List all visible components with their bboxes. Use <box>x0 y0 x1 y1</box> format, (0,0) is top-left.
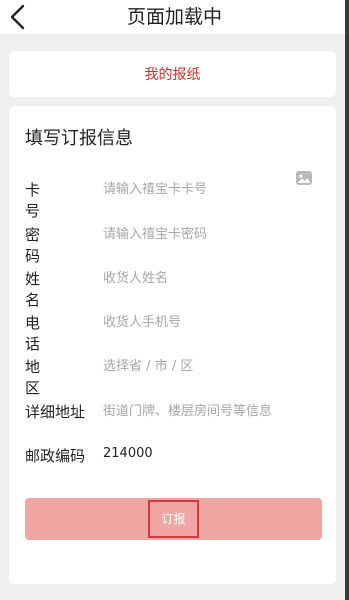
address-label: 详细地址 <box>25 403 86 421</box>
subscribe-label: 订报 <box>148 500 199 538</box>
name-input[interactable] <box>103 266 303 290</box>
scrollbar[interactable] <box>345 0 349 600</box>
address-row: 详细地址 <box>9 389 336 433</box>
card-number-row: 卡号 <box>9 167 336 220</box>
my-newspaper-button[interactable]: 我的报纸 <box>9 51 336 97</box>
address-input[interactable] <box>103 399 323 423</box>
password-input[interactable] <box>103 222 303 246</box>
region-row[interactable]: 地区 <box>9 344 336 397</box>
image-scan-icon[interactable] <box>295 170 313 186</box>
postal-code-value[interactable]: 214000 <box>103 446 153 461</box>
password-row: 密码 <box>9 212 336 265</box>
page: 页面加载中 我的报纸 填写订报信息 卡号 密码 姓名 <box>0 0 349 600</box>
postal-code-row: 邮政编码 214000 <box>9 433 336 477</box>
subscribe-button[interactable]: 订报 <box>25 498 322 540</box>
navbar: 页面加载中 <box>0 0 349 34</box>
card-number-input[interactable] <box>103 177 303 201</box>
region-select[interactable] <box>103 354 303 378</box>
phone-row: 电话 <box>9 300 336 353</box>
image-scan-glyph <box>296 171 312 185</box>
form-title: 填写订报信息 <box>25 128 133 149</box>
name-row: 姓名 <box>9 256 336 309</box>
phone-input[interactable] <box>103 310 303 334</box>
my-newspaper-label: 我的报纸 <box>144 67 201 83</box>
postal-code-label: 邮政编码 <box>25 447 86 465</box>
page-title: 页面加载中 <box>126 6 222 28</box>
